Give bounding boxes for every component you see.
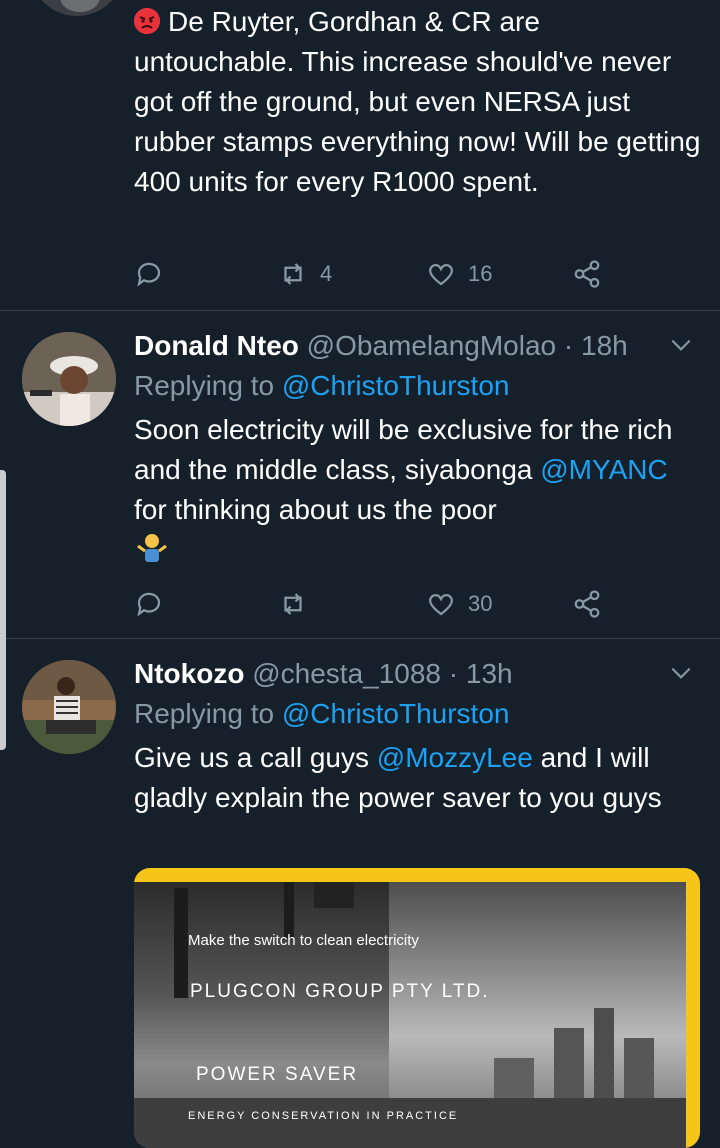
retweet-icon: [284, 263, 302, 285]
avatar-partial[interactable]: [30, 0, 124, 16]
tweet-2-actions: 30: [134, 584, 614, 624]
scrollbar[interactable]: [0, 470, 6, 750]
divider: [0, 638, 720, 639]
retweet-button[interactable]: [278, 584, 320, 624]
tweet-2-body-b: for thinking about us the poor: [134, 494, 497, 525]
avatar[interactable]: [22, 332, 116, 426]
replying-to-line: Replying to @ChristoThurston: [134, 366, 704, 406]
person-shrugging-icon: [137, 534, 167, 562]
tweet-1-actions: 4 16: [134, 254, 614, 294]
heart-icon: [428, 263, 454, 286]
reply-button[interactable]: [134, 254, 164, 294]
like-button[interactable]: 16: [426, 254, 492, 294]
retweet-icon: [284, 593, 302, 615]
factory-silhouette: [134, 868, 700, 1148]
tweet-3-body-a: Give us a call guys: [134, 742, 377, 773]
tweet-3-header: Ntokozo @chesta_1088 · 13h: [134, 654, 714, 694]
like-count: 16: [468, 261, 493, 286]
like-count: 30: [468, 591, 493, 616]
user-handle[interactable]: @ObamelangMolao: [307, 330, 556, 361]
angry-face-icon: [134, 8, 160, 34]
media-card[interactable]: Make the switch to clean electricity PLU…: [134, 868, 700, 1148]
replying-to-line: Replying to @ChristoThurston: [134, 694, 704, 734]
reply-icon: [137, 262, 161, 287]
card-product: POWER SAVER: [196, 1064, 359, 1085]
replying-prefix: Replying to: [134, 698, 282, 729]
retweet-button[interactable]: 4: [278, 254, 332, 294]
tweet-1-body: De Ruyter, Gordhan & CR are untouchable.…: [134, 6, 701, 197]
chevron-down-icon[interactable]: [668, 660, 694, 686]
avatar[interactable]: [22, 660, 116, 754]
tweet-2-header: Donald Nteo @ObamelangMolao · 18h: [134, 326, 714, 366]
reply-button[interactable]: [134, 584, 164, 624]
retweet-count: 4: [320, 261, 333, 286]
timestamp[interactable]: · 13h: [449, 658, 513, 689]
tweet-2-text: Soon electricity will be exclusive for t…: [134, 410, 704, 530]
replying-to-link[interactable]: @ChristoThurston: [282, 698, 510, 729]
divider: [0, 310, 720, 311]
display-name[interactable]: Donald Nteo: [134, 330, 299, 361]
user-handle[interactable]: @chesta_1088: [252, 658, 441, 689]
share-button[interactable]: [572, 584, 602, 624]
replying-prefix: Replying to: [134, 370, 282, 401]
card-accent-top: [134, 868, 700, 882]
card-accent-right: [686, 868, 700, 1148]
card-slogan: ENERGY CONSERVATION IN PRACTICE: [188, 1110, 459, 1122]
timestamp[interactable]: · 18h: [564, 330, 628, 361]
mention-link[interactable]: @MozzyLee: [377, 742, 533, 773]
display-name[interactable]: Ntokozo: [134, 658, 244, 689]
like-button[interactable]: 30: [426, 584, 492, 624]
mention-link[interactable]: @MYANC: [540, 454, 667, 485]
tweet-3-text: Give us a call guys @MozzyLee and I will…: [134, 738, 704, 818]
tweet-1-text: De Ruyter, Gordhan & CR are untouchable.…: [134, 2, 704, 202]
heart-icon: [428, 593, 454, 616]
share-button[interactable]: [572, 254, 602, 294]
replying-to-link[interactable]: @ChristoThurston: [282, 370, 510, 401]
reply-icon: [137, 592, 161, 617]
card-company: PLUGCON GROUP PTY LTD.: [190, 981, 490, 1002]
share-icon: [574, 260, 600, 288]
chevron-down-icon[interactable]: [668, 332, 694, 358]
share-icon: [574, 590, 600, 618]
card-tagline: Make the switch to clean electricity: [188, 932, 419, 949]
